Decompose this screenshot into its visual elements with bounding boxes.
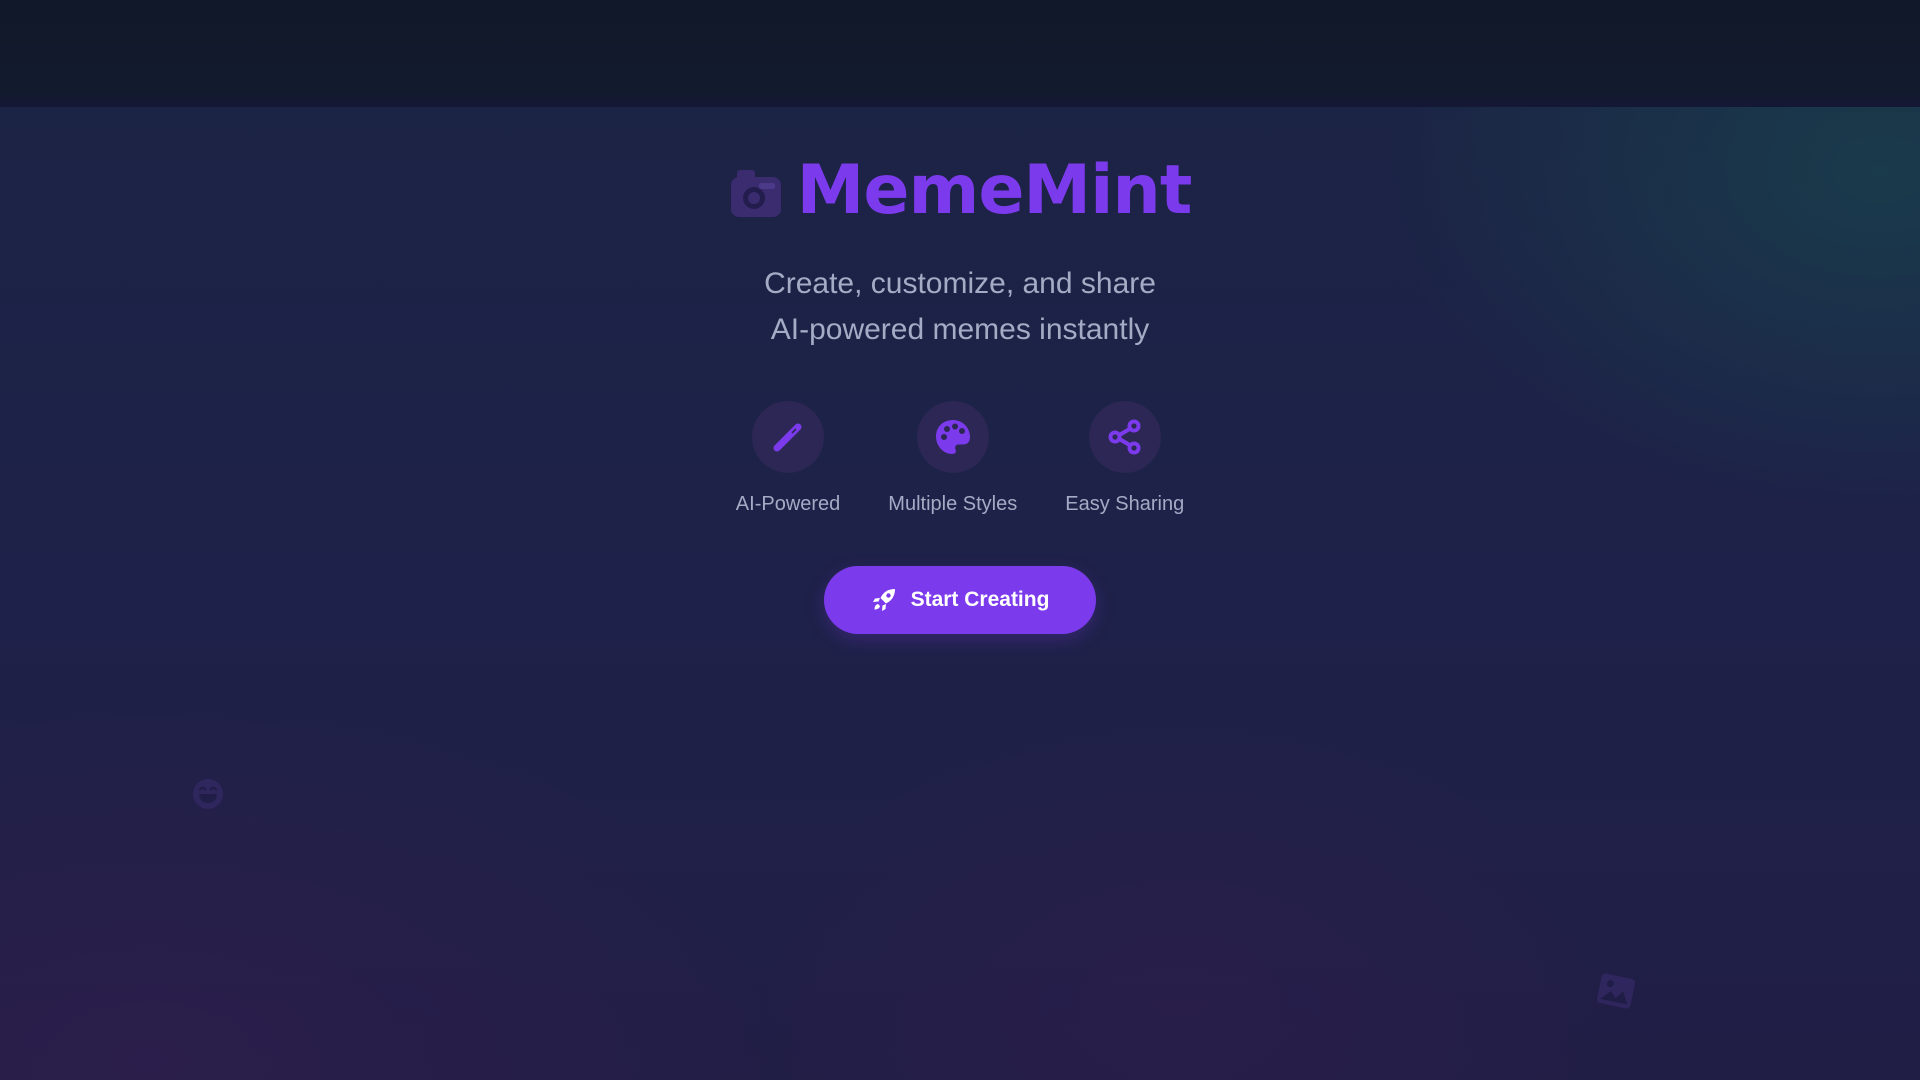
tagline-line-1: Create, customize, and share bbox=[764, 267, 1156, 300]
tagline: Create, customize, and share AI-powered … bbox=[0, 261, 1920, 353]
image-icon bbox=[1596, 973, 1636, 1009]
logo: MemeMint bbox=[0, 153, 1920, 229]
start-creating-label: Start Creating bbox=[910, 588, 1050, 611]
brand-name: MemeMint bbox=[796, 151, 1193, 230]
magic-wand-icon bbox=[773, 423, 802, 452]
feature-icon-circle bbox=[1088, 401, 1161, 473]
feature-label: Multiple Styles bbox=[888, 493, 1018, 515]
hero-section: MemeMint Create, customize, and share AI… bbox=[0, 107, 1920, 1080]
top-bar bbox=[0, 0, 1920, 107]
palette-icon bbox=[935, 420, 970, 454]
feature-multiple-styles: Multiple Styles bbox=[888, 401, 1017, 517]
rocket-icon bbox=[872, 589, 895, 611]
feature-label: AI-Powered bbox=[735, 493, 841, 515]
camera-icon bbox=[730, 170, 781, 217]
feature-easy-sharing: Easy Sharing bbox=[1065, 401, 1184, 517]
tagline-line-2: AI-powered memes instantly bbox=[770, 313, 1150, 346]
feature-icon-circle bbox=[916, 401, 989, 473]
start-creating-button[interactable]: Start Creating bbox=[824, 566, 1096, 634]
feature-icon-circle bbox=[752, 401, 825, 473]
feature-ai-powered: AI-Powered bbox=[735, 401, 841, 517]
laughing-face-icon bbox=[193, 779, 223, 809]
feature-label: Easy Sharing bbox=[1065, 493, 1185, 515]
share-icon bbox=[1108, 419, 1141, 455]
feature-list: AI-Powered Multiple Styles Easy Sharing bbox=[0, 401, 1920, 517]
